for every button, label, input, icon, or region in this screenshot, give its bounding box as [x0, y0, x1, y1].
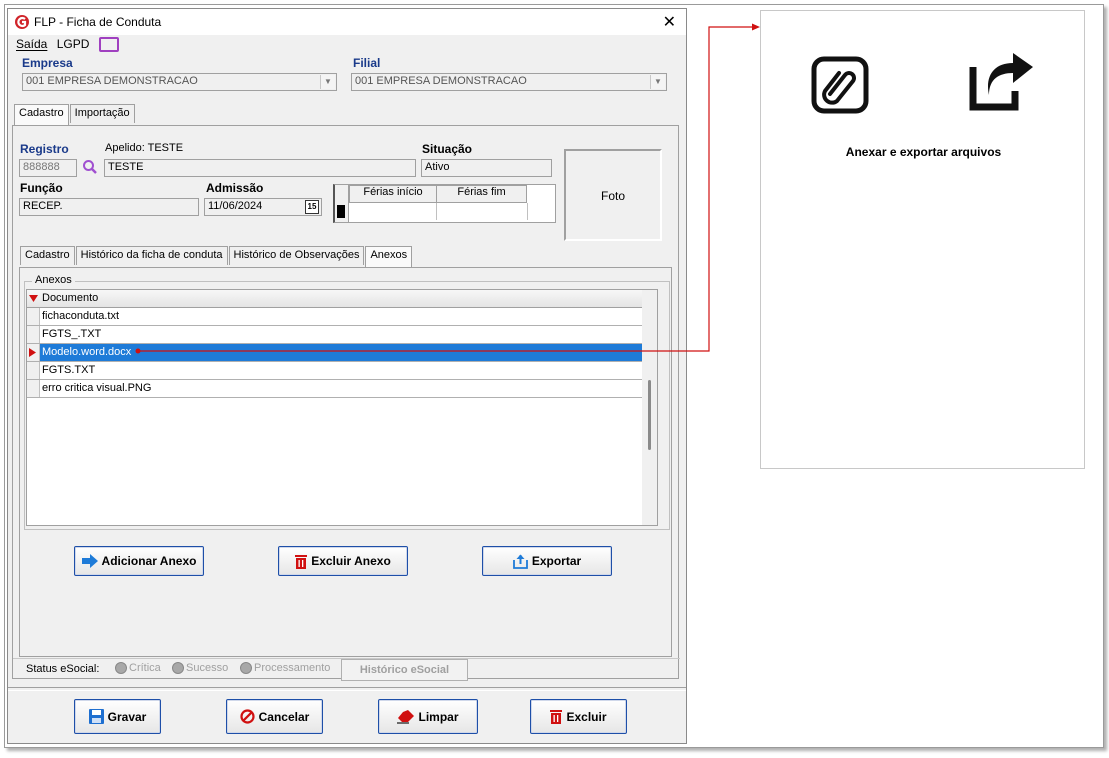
share-export-icon	[969, 53, 1033, 111]
paperclip-icon	[811, 56, 869, 114]
callout-panel: Anexar e exportar arquivos	[760, 10, 1085, 469]
callout-caption: Anexar e exportar arquivos	[845, 145, 1002, 159]
